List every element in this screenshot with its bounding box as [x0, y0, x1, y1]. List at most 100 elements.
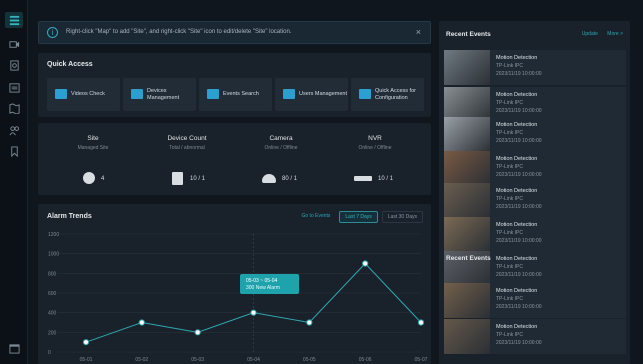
quick-config-button[interactable]: Quick Access for Configuration: [351, 78, 424, 111]
event-source: TP-Link IPC: [496, 264, 523, 270]
stat-value: 80 / 1: [282, 176, 298, 182]
stat-value-wrap: 4: [48, 171, 138, 187]
users-management-button[interactable]: Users Management: [275, 78, 348, 111]
event-type: Motion Detection: [496, 156, 538, 162]
recent-events-links: Update More >: [574, 31, 623, 37]
quick-access-panel: Quick Access Videos Check Devices Manage…: [38, 53, 431, 117]
y-tick-label: 800: [48, 271, 57, 277]
stat-title: NVR: [368, 135, 382, 142]
event-item[interactable]: Motion Detection TP-Link IPC 2023/11/19 10…: [444, 183, 626, 218]
event-time: 2023/11/19 10:00:00: [496, 172, 542, 178]
event-time: 2023/11/19 10:00:00: [496, 272, 542, 278]
event-item[interactable]: Motion Detection TP-Link IPC 2023/11/19 10…: [444, 319, 626, 354]
data-point: [138, 319, 145, 326]
stat-title: Site: [87, 135, 99, 142]
alarm-trends-panel: Alarm Trends Go to Events Last 7 Days La…: [38, 204, 431, 364]
stats-panel: Site Managed Site 4 Device Count Total /…: [38, 123, 431, 195]
button-label: Users Management: [299, 91, 347, 97]
event-thumbnail[interactable]: [444, 283, 490, 318]
stat-site: Site Managed Site 4: [48, 135, 138, 184]
stat-camera: Camera Online / Offline 80 / 1: [236, 135, 326, 183]
recent-events-panel: Recent Events Update More > Motion Detec…: [439, 21, 630, 364]
event-thumbnail[interactable]: [444, 319, 490, 354]
event-thumbnail[interactable]: [444, 117, 490, 152]
stat-value-wrap: 80 / 1: [236, 171, 326, 187]
update-link[interactable]: Update: [582, 31, 598, 37]
event-time: 2023/11/19 10:00:00: [496, 340, 542, 346]
stat-subtitle: Total / abnormal: [169, 145, 205, 151]
event-thumbnail[interactable]: [444, 183, 490, 218]
video-icon[interactable]: [5, 36, 23, 52]
chart-tooltip: 05-03 ~ 05-04 300 New Alarm: [240, 274, 299, 294]
devices-management-button[interactable]: Devices Management: [123, 78, 196, 111]
event-source: TP-Link IPC: [496, 130, 523, 136]
event-source: TP-Link IPC: [496, 332, 523, 338]
alarm-trends-title: Alarm Trends: [47, 213, 92, 220]
stat-subtitle: Online / Offline: [358, 145, 392, 151]
recent-events-footer-title: Recent Events: [446, 255, 491, 262]
event-item[interactable]: Motion Detection TP-Link IPC 2023/11/19 10…: [444, 151, 626, 186]
x-tick-label: 05-06: [359, 357, 372, 363]
y-tick-label: 200: [48, 330, 57, 336]
alarm-tabs: Go to Events Last 7 Days Last 30 Days: [297, 211, 423, 223]
event-item[interactable]: Motion Detection TP-Link IPC 2023/11/19 10…: [444, 50, 626, 85]
map-icon[interactable]: [5, 100, 23, 116]
event-item[interactable]: Motion Detection TP-Link IPC 2023/11/19 10…: [444, 217, 626, 252]
event-time: 2023/11/19 10:00:00: [496, 204, 542, 210]
devices-icon[interactable]: [5, 57, 23, 73]
settings-icon[interactable]: [5, 340, 23, 356]
site-icon: [83, 172, 95, 184]
notice-banner: i Right-click "Map" to add "Site", and r…: [38, 21, 431, 44]
tooltip-date: 05-03 ~ 05-04: [246, 278, 278, 284]
event-type: Motion Detection: [496, 256, 538, 262]
x-tick-label: 05-07: [415, 357, 428, 363]
x-tick-label: 05-01: [80, 357, 93, 363]
y-tick-label: 1000: [48, 252, 59, 258]
x-tick-label: 05-02: [135, 357, 148, 363]
devices-icon: [131, 89, 143, 99]
stat-title: Device Count: [167, 135, 207, 142]
event-thumbnail[interactable]: [444, 217, 490, 252]
y-tick-label: 600: [48, 291, 57, 297]
tab-last-30-days[interactable]: Last 30 Days: [381, 211, 423, 223]
app-window: i Right-click "Map" to add "Site", and r…: [0, 0, 643, 364]
videos-check-button[interactable]: Videos Check: [47, 78, 120, 111]
data-point: [362, 260, 369, 267]
stat-value: 4: [101, 176, 105, 182]
goto-events-link[interactable]: Go to Events: [297, 211, 336, 223]
stat-title: Camera: [269, 135, 293, 142]
data-point: [306, 319, 313, 326]
info-icon: i: [47, 27, 58, 38]
button-label: Events Search: [223, 91, 259, 97]
event-item[interactable]: Motion Detection TP-Link IPC 2023/11/19 10…: [444, 117, 626, 152]
stat-value: 10 / 1: [190, 176, 206, 182]
alarm-chart: 0 200 400 600 800 1000 1200 05-01 05-02 05-03 05-0…: [48, 232, 428, 363]
stat-subtitle: Managed Site: [77, 145, 109, 151]
sidebar: [0, 0, 28, 364]
tooltip-count: 300 New Alarm: [246, 285, 280, 291]
button-label: Quick Access for Configuration: [375, 87, 416, 101]
stat-nvr: NVR Online / Offline 10 / 1: [330, 135, 420, 182]
event-type: Motion Detection: [496, 188, 538, 194]
y-tick-label: 1200: [48, 232, 59, 238]
stat-device-count: Device Count Total / abnormal 10 / 1: [142, 135, 232, 185]
config-icon: [359, 89, 371, 99]
close-icon[interactable]: ×: [416, 27, 421, 37]
event-thumbnail[interactable]: [444, 50, 490, 85]
event-source: TP-Link IPC: [496, 230, 523, 236]
dashboard-icon[interactable]: [5, 12, 23, 28]
users-icon[interactable]: [5, 122, 23, 138]
bookmark-icon[interactable]: [5, 143, 23, 159]
event-item[interactable]: Motion Detection TP-Link IPC 2023/11/19 10…: [444, 283, 626, 318]
events-icon[interactable]: [5, 79, 23, 95]
users-icon: [283, 89, 295, 99]
event-thumbnail[interactable]: [444, 151, 490, 186]
tab-last-7-days[interactable]: Last 7 Days: [339, 211, 378, 223]
more-link[interactable]: More >: [607, 31, 623, 37]
y-tick-label: 400: [48, 311, 57, 317]
data-point: [250, 309, 257, 316]
event-time: 2023/11/19 10:00:00: [496, 138, 542, 144]
events-search-button[interactable]: Events Search: [199, 78, 272, 111]
event-type: Motion Detection: [496, 324, 538, 330]
video-icon: [55, 89, 67, 99]
